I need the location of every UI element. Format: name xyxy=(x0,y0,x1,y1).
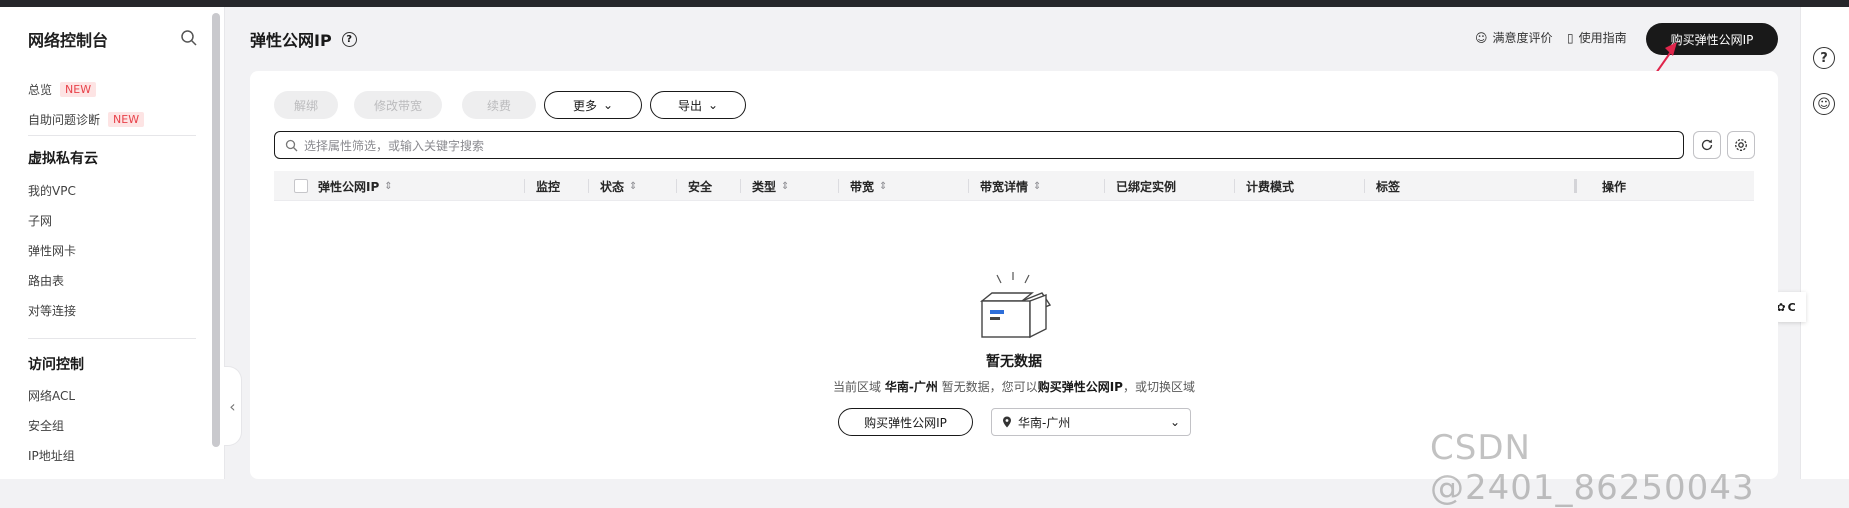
column-separator xyxy=(838,179,839,193)
document-icon: ▯ xyxy=(1567,30,1574,45)
column-bandwidth[interactable]: 带宽 ⇕ xyxy=(850,171,887,201)
export-dropdown[interactable]: 导出 ⌄ xyxy=(650,91,746,119)
refresh-icon xyxy=(1701,139,1713,151)
right-rail: ? ☺ xyxy=(1800,7,1849,479)
sidebar-item-eni[interactable]: 弹性网卡 xyxy=(28,242,76,259)
column-monitor: 监控 xyxy=(536,179,561,194)
column-separator xyxy=(1104,179,1105,193)
column-operation: 操作 xyxy=(1602,179,1627,194)
sort-icon[interactable]: ⇕ xyxy=(1033,181,1041,192)
sidebar-item-network-acl[interactable]: 网络ACL xyxy=(28,387,75,404)
sidebar: 网络控制台 总览 NEW 自助问题诊断 NEW 虚拟私有云 我的VPC 子网 弹… xyxy=(0,7,225,479)
chevron-down-icon: ⌄ xyxy=(707,98,719,112)
sort-icon[interactable]: ⇕ xyxy=(781,181,789,192)
sort-icon[interactable]: ⇕ xyxy=(879,181,887,192)
column-separator xyxy=(1234,179,1235,193)
column-status[interactable]: 状态 ⇕ xyxy=(600,171,637,201)
sidebar-item-security-group[interactable]: 安全组 xyxy=(28,417,64,434)
sidebar-title: 网络控制台 xyxy=(28,31,109,50)
search-icon xyxy=(285,139,298,151)
sidebar-scrollbar[interactable] xyxy=(212,13,220,447)
search-icon[interactable] xyxy=(180,29,198,47)
column-separator xyxy=(1364,179,1365,193)
column-type[interactable]: 类型 ⇕ xyxy=(752,171,789,201)
more-dropdown[interactable]: 更多 ⌄ xyxy=(544,91,642,119)
column-billing-mode: 计费模式 xyxy=(1246,179,1295,194)
top-dark-bar xyxy=(0,0,1849,7)
empty-description: 当前区域 华南-广州 暂无数据，您可以购买弹性公网IP，或切换区域 xyxy=(833,380,1195,394)
renew-button[interactable]: 续费 xyxy=(462,91,536,119)
new-badge: NEW xyxy=(60,82,97,97)
refresh-button[interactable] xyxy=(1693,131,1721,159)
column-separator xyxy=(740,179,741,193)
column-bound-instance: 已绑定实例 xyxy=(1116,179,1177,194)
column-bandwidth-detail[interactable]: 带宽详情 ⇕ xyxy=(980,171,1041,201)
chevron-down-icon: ⌄ xyxy=(602,98,614,112)
select-all-checkbox[interactable] xyxy=(294,179,308,193)
sidebar-item-overview[interactable]: 总览 NEW xyxy=(28,81,97,98)
search-placeholder: 选择属性筛选，或输入关键字搜索 xyxy=(304,138,485,153)
smile-icon: ☺ xyxy=(1475,30,1488,45)
smile-icon[interactable]: ☺ xyxy=(1813,93,1835,115)
page-title: 弹性公网IP ? xyxy=(250,27,357,51)
watermark: CSDN @2401_86250043 xyxy=(1430,428,1755,508)
sidebar-divider xyxy=(28,338,196,339)
modify-bandwidth-button[interactable]: 修改带宽 xyxy=(354,91,442,119)
column-separator xyxy=(676,179,677,193)
new-badge: NEW xyxy=(108,112,145,127)
sidebar-item-ip-group[interactable]: IP地址组 xyxy=(28,447,75,464)
empty-box-icon xyxy=(980,272,1052,339)
column-tags: 标签 xyxy=(1376,179,1401,194)
chevron-left-icon: ‹ xyxy=(229,396,236,416)
help-icon[interactable]: ? xyxy=(1813,47,1835,69)
sidebar-item-route-table[interactable]: 路由表 xyxy=(28,272,64,289)
sidebar-collapse-button[interactable]: ‹ xyxy=(224,366,242,446)
column-separator xyxy=(588,179,589,193)
chevron-down-icon: ⌄ xyxy=(1169,415,1180,429)
sidebar-item-my-vpc[interactable]: 我的VPC xyxy=(28,182,76,199)
empty-title: 暂无数据 xyxy=(986,354,1042,370)
column-separator xyxy=(1574,179,1577,193)
sidebar-item-self-diagnosis[interactable]: 自助问题诊断 NEW xyxy=(28,111,145,128)
column-separator xyxy=(524,179,525,193)
satisfaction-link[interactable]: ☺ 满意度评价 xyxy=(1475,29,1553,46)
location-pin-icon xyxy=(1003,416,1011,428)
column-eip[interactable]: 弹性公网IP ⇕ xyxy=(318,171,393,201)
sidebar-item-subnet[interactable]: 子网 xyxy=(28,212,52,229)
search-input[interactable]: 选择属性筛选，或输入关键字搜索 xyxy=(274,131,1684,159)
sort-icon[interactable]: ⇕ xyxy=(629,181,637,192)
sidebar-group-access-control: 访问控制 xyxy=(28,357,84,373)
main-card: 解绑 修改带宽 续费 更多 ⌄ 导出 ⌄ 选择属性筛选，或输入关键字搜索 弹性公… xyxy=(250,71,1778,479)
sidebar-group-vpc: 虚拟私有云 xyxy=(28,151,98,167)
sort-icon[interactable]: ⇕ xyxy=(384,181,392,192)
settings-button[interactable] xyxy=(1727,131,1755,159)
sidebar-item-peering[interactable]: 对等连接 xyxy=(28,302,76,319)
unbind-button[interactable]: 解绑 xyxy=(274,91,338,119)
gear-icon xyxy=(1735,139,1747,151)
region-select[interactable]: 华南-广州 ⌄ xyxy=(991,408,1191,436)
column-separator xyxy=(968,179,969,193)
sidebar-divider xyxy=(28,135,196,136)
help-icon[interactable]: ? xyxy=(341,31,357,47)
empty-buy-eip-button[interactable]: 购买弹性公网IP xyxy=(838,408,973,436)
table-header: 弹性公网IP ⇕ 监控 状态 ⇕ 安全 类型 ⇕ 带宽 ⇕ 带宽详情 ⇕ 已绑定实例 计费… xyxy=(274,171,1754,201)
column-security: 安全 xyxy=(688,179,713,194)
